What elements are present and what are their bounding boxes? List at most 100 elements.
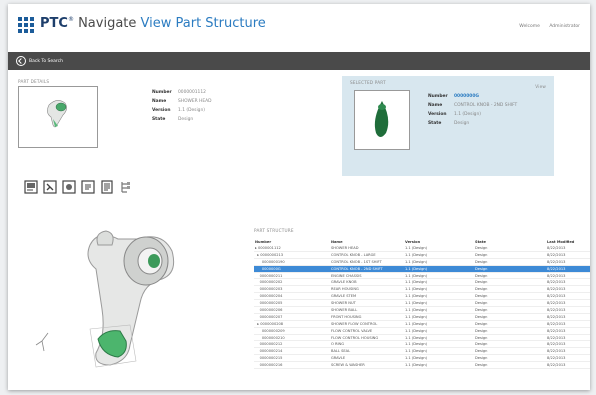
table-row[interactable]: 0000000203 REAR HOUSING 1.1 (Design) Design… — [254, 285, 590, 294]
view-link[interactable]: View — [535, 84, 546, 89]
table-cell: 1.1 (Design) — [404, 265, 474, 273]
table-cell: 1.1 (Design) — [404, 251, 474, 259]
table-cell: 8/22/2013 — [546, 354, 590, 363]
export-part-icon[interactable] — [81, 180, 95, 194]
table-cell: Design — [474, 299, 546, 308]
table-cell: 0000000190 — [254, 258, 330, 266]
welcome-link[interactable]: Welcome — [519, 24, 540, 29]
table-row[interactable]: ▸ 0000000213 CONTROL KNOB - LARGE 1.1 (Des… — [254, 251, 590, 259]
table-cell: 8/22/2013 — [546, 313, 590, 321]
table-cell: GRAVLE STEM — [330, 292, 404, 301]
table-cell: 1.1 (Design) — [404, 340, 474, 349]
table-cell: Design — [474, 313, 546, 321]
table-row[interactable]: 0000000204 GRAVLE STEM 1.1 (Design) Design 8… — [254, 292, 590, 301]
table-cell: Design — [474, 285, 546, 294]
table-row[interactable]: 0000000190 CONTROL KNOB - 1ST SHIFT 1.1 (D… — [254, 258, 590, 266]
table-cell: 8/22/2013 — [546, 361, 590, 370]
table-cell: SHOWER FLOW CONTROL — [330, 320, 404, 328]
structure-tree-icon[interactable] — [119, 180, 133, 194]
table-row[interactable]: 0000000211 ENGINE CHASSIS 1.1 (Design) Desi… — [254, 272, 590, 280]
header-links: Welcome Administrator — [511, 24, 580, 29]
table-row[interactable]: 0000000206 SHOWER BALL 1.1 (Design) Design 8… — [254, 306, 590, 314]
part-number-value: 0000001112 — [178, 90, 206, 95]
table-row[interactable]: ▸ 0000000208 SHOWER FLOW CONTROL 1.1 (Desi… — [254, 320, 590, 328]
edit-part-icon[interactable] — [43, 180, 57, 194]
selected-number-link[interactable]: 0000000G — [454, 94, 479, 99]
table-row[interactable]: 0000000205 SHOWER NUT 1.1 (Design) Design 8/… — [254, 299, 590, 308]
table-cell: O RING — [330, 340, 404, 349]
table-cell: Design — [474, 292, 546, 301]
table-cell: ENGINE CHASSIS — [330, 272, 404, 280]
app-header: PTC® Navigate View Part Structure Welcom… — [8, 4, 590, 48]
table-cell: Design — [474, 347, 546, 356]
table-cell: Design — [474, 334, 546, 342]
table-cell: 1.1 (Design) — [404, 299, 474, 308]
table-row[interactable]: 0000000212 O RING 1.1 (Design) Design 8/22/2… — [254, 340, 590, 349]
table-row[interactable]: 0000000216 SCREW & WASHER 1.1 (Design) Desi… — [254, 361, 590, 370]
control-knob-thumb-icon — [374, 101, 389, 137]
table-cell: REAR HOUSING — [330, 285, 404, 294]
part-name-value: SHOWER HEAD — [178, 99, 212, 104]
table-cell: CONTROL KNOB - 1ST SHIFT — [330, 258, 404, 266]
table-cell: GRAVLE — [330, 354, 404, 363]
table-cell: 8/22/2013 — [546, 265, 590, 273]
table-cell: Design — [474, 258, 546, 266]
table-row[interactable]: 0000000209 FLOW CONTROL VALVE 1.1 (Design)… — [254, 327, 590, 335]
part-thumbnail[interactable] — [18, 86, 98, 148]
table-cell: 0000000207 — [254, 313, 330, 321]
table-cell: 0000000205 — [254, 299, 330, 308]
table-cell: 1.1 (Design) — [404, 278, 474, 287]
product-name: Navigate — [78, 16, 137, 31]
table-cell: GRAVLE KNOB — [330, 278, 404, 287]
table-row[interactable]: 0000000214 BALL SEAL 1.1 (Design) Design 8/2… — [254, 347, 590, 356]
table-row[interactable]: 0000000210 FLOW CONTROL HOUSING 1.1 (Desig… — [254, 334, 590, 342]
part-state-value: Design — [178, 117, 194, 122]
table-row[interactable]: 0000000207 FRONT HOUSING 1.1 (Design) Desig… — [254, 313, 590, 321]
view-part-icon[interactable] — [24, 180, 38, 194]
table-row[interactable]: 0000000215 GRAVLE 1.1 (Design) Design 8/22/2… — [254, 354, 590, 363]
table-cell: 1.1 (Design) — [404, 320, 474, 328]
table-cell: 1.1 (Design) — [404, 313, 474, 321]
shower-head-3d-model[interactable] — [28, 209, 198, 374]
table-cell: 0000000202 — [254, 278, 330, 287]
table-cell: 0000000209 — [254, 327, 330, 335]
table-cell: BALL SEAL — [330, 347, 404, 356]
table-cell: 8/22/2013 — [546, 258, 590, 266]
table-cell: 0000000203 — [254, 285, 330, 294]
settings-part-icon[interactable] — [62, 180, 76, 194]
table-cell: 8/22/2013 — [546, 285, 590, 294]
table-cell: 8/22/2013 — [546, 299, 590, 308]
view-name: View Part Structure — [140, 16, 266, 31]
part-structure-table: Number Name Version State Last Modified … — [254, 239, 590, 370]
app-title: PTC® Navigate View Part Structure — [40, 16, 266, 31]
table-cell: Design — [474, 272, 546, 280]
table-cell: Design — [474, 265, 546, 273]
table-cell: Design — [474, 278, 546, 287]
table-row[interactable]: 0000000G CONTROL KNOB - 2ND SHIFT 1.1 (Des… — [254, 265, 590, 273]
back-arrow-icon — [16, 56, 26, 66]
selected-name-value: CONTROL KNOB - 2ND SHIFT — [454, 103, 518, 108]
toolbar: Back To Search — [8, 52, 590, 70]
back-to-search-button[interactable]: Back To Search — [16, 56, 63, 66]
shower-head-thumb-icon — [47, 100, 67, 128]
selected-part-panel: SELECTED PART View Number 0000000G Name CO… — [342, 76, 554, 176]
selected-part-thumbnail[interactable] — [354, 90, 410, 150]
table-cell: 8/22/2013 — [546, 272, 590, 280]
table-cell: CONTROL KNOB - 2ND SHIFT — [330, 265, 404, 273]
table-cell: Design — [474, 327, 546, 335]
user-link[interactable]: Administrator — [549, 24, 580, 29]
table-cell: FRONT HOUSING — [330, 313, 404, 321]
table-cell: ▸ 0000000213 — [254, 251, 330, 259]
document-icon[interactable] — [100, 180, 114, 194]
table-cell: 0000000204 — [254, 292, 330, 301]
brand-name: PTC — [40, 16, 68, 31]
table-cell: Design — [474, 251, 546, 259]
table-cell: FLOW CONTROL HOUSING — [330, 334, 404, 342]
table-cell: 8/22/2013 — [546, 327, 590, 335]
table-cell: 0000000216 — [254, 361, 330, 370]
table-row[interactable]: 0000000202 GRAVLE KNOB 1.1 (Design) Design 8… — [254, 278, 590, 287]
app-grid-icon[interactable] — [18, 17, 34, 33]
table-cell: 0000000206 — [254, 306, 330, 314]
table-cell: SHOWER NUT — [330, 299, 404, 308]
table-cell: Design — [474, 354, 546, 363]
